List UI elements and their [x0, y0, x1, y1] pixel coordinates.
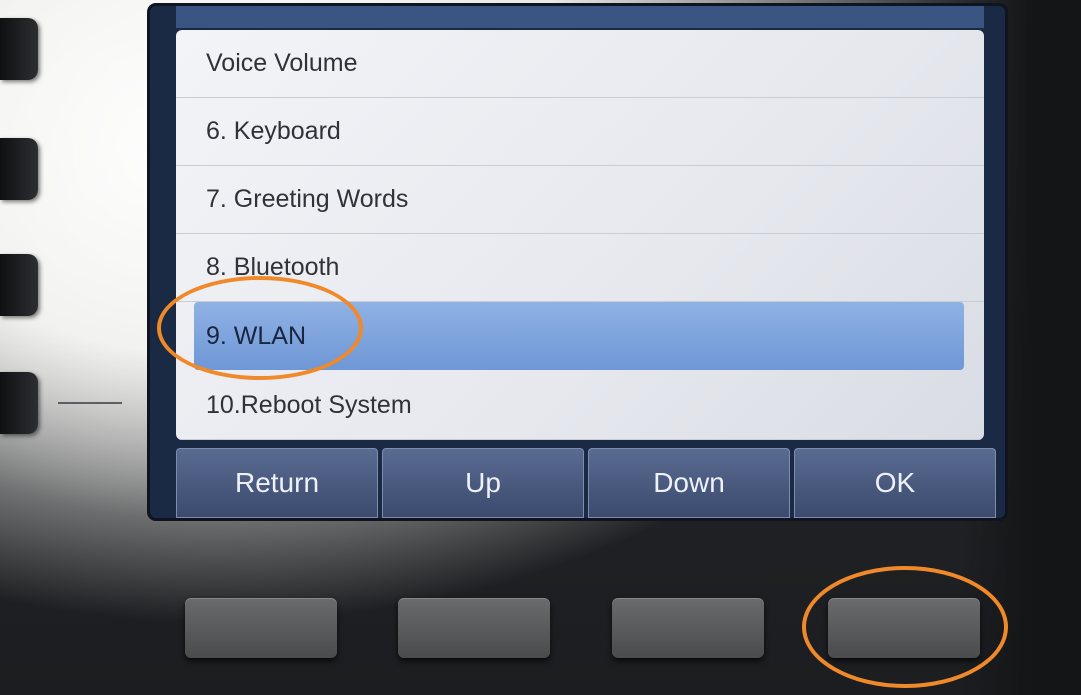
- up-softkey-button[interactable]: [398, 598, 550, 658]
- menu-item-voice-volume[interactable]: Voice Volume: [176, 30, 984, 98]
- line-key-label-mark: [58, 402, 122, 404]
- menu-item-greeting-words[interactable]: 7. Greeting Words: [176, 166, 984, 234]
- settings-menu-list: Voice Volume 6. Keyboard 7. Greeting Wor…: [176, 30, 984, 440]
- line-key-3[interactable]: [0, 254, 38, 316]
- return-softkey-button[interactable]: [185, 598, 337, 658]
- softkey-down-label: Down: [588, 448, 790, 518]
- wlan-highlight-ring: [157, 276, 363, 380]
- menu-item-label: 6. Keyboard: [206, 117, 341, 145]
- down-softkey-button[interactable]: [612, 598, 764, 658]
- softkey-label-bar: Return Up Down OK: [176, 448, 996, 518]
- softkey-up-label: Up: [382, 448, 584, 518]
- ok-key-highlight-ring: [802, 566, 1008, 688]
- softkey-return-label: Return: [176, 448, 378, 518]
- menu-item-label: 10.Reboot System: [206, 391, 412, 419]
- line-key-2[interactable]: [0, 138, 38, 200]
- line-key-1[interactable]: [0, 18, 38, 80]
- line-key-4[interactable]: [0, 372, 38, 434]
- menu-item-reboot-system[interactable]: 10.Reboot System: [176, 372, 984, 440]
- screen-title-strip: [176, 6, 984, 28]
- menu-item-keyboard[interactable]: 6. Keyboard: [176, 98, 984, 166]
- softkey-ok-label: OK: [794, 448, 996, 518]
- menu-item-label: 7. Greeting Words: [206, 185, 409, 213]
- menu-item-label: Voice Volume: [206, 49, 358, 77]
